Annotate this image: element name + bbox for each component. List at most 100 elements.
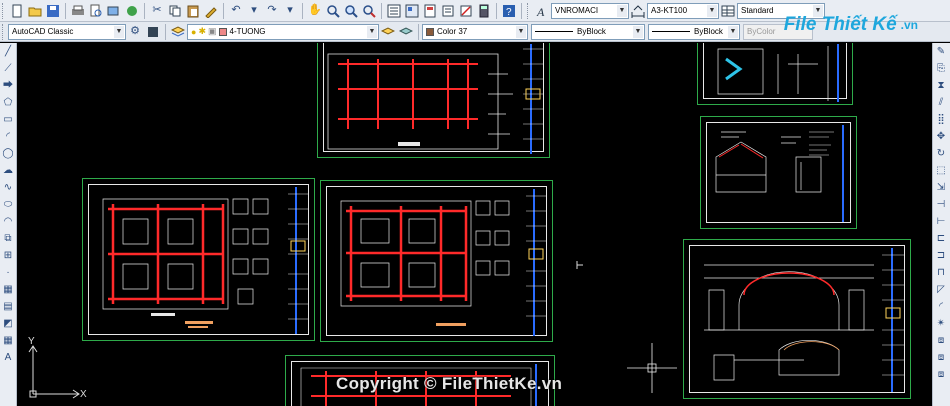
new-file-icon[interactable] <box>9 3 25 19</box>
move-icon[interactable]: ✥ <box>933 130 949 144</box>
undo-dropdown-icon[interactable]: ▾ <box>246 3 262 19</box>
workspace-select[interactable]: AutoCAD Classic ▼ <box>8 23 126 40</box>
workspace-settings-icon[interactable]: ⚙ <box>127 24 143 40</box>
construction-line-icon[interactable]: ⟋ <box>0 62 16 76</box>
scale-icon[interactable]: ⬚ <box>933 164 949 178</box>
rotate-icon[interactable]: ↻ <box>933 147 949 161</box>
stretch-icon[interactable]: ⇲ <box>933 181 949 195</box>
layer-select[interactable]: ● ✱ ▣ 4-TUONG ▼ <box>187 23 379 40</box>
chamfer-icon[interactable]: ◸ <box>933 283 949 297</box>
drawing-sheet[interactable] <box>320 180 553 342</box>
erase-icon[interactable]: ✎ <box>933 45 949 59</box>
elevation-drawing <box>704 248 904 392</box>
layer-properties-icon[interactable] <box>170 24 186 40</box>
gradient-icon[interactable]: ▤ <box>0 300 16 314</box>
offset-icon[interactable]: ⫽ <box>933 96 949 110</box>
arc-icon[interactable]: ◜ <box>0 130 16 144</box>
properties-icon[interactable] <box>386 3 402 19</box>
dimension-style-select[interactable]: A3-KT100 ▼ <box>647 2 719 19</box>
save-icon[interactable] <box>45 3 61 19</box>
undo-icon[interactable]: ↶ <box>228 3 244 19</box>
join-icon[interactable]: ⊓ <box>933 266 949 280</box>
insert-block-icon[interactable]: ⧉ <box>0 232 16 246</box>
match-properties-icon[interactable] <box>203 3 219 19</box>
3d-dwf-icon[interactable] <box>124 3 140 19</box>
trim-icon[interactable]: ⊣ <box>933 198 949 212</box>
mirror-icon[interactable]: ⧗ <box>933 79 949 93</box>
make-block-icon[interactable]: ⊞ <box>0 249 16 263</box>
toolbar-grip[interactable] <box>527 2 531 19</box>
calculator-icon[interactable] <box>476 3 492 19</box>
chevron-down-icon[interactable]: ▼ <box>516 25 526 38</box>
logo-suffix: .vn <box>900 18 918 32</box>
array-icon[interactable]: ⣿ <box>933 113 949 127</box>
region-icon[interactable]: ◩ <box>0 317 16 331</box>
rectangle-icon[interactable]: ▭ <box>0 113 16 127</box>
polyline-icon[interactable]: ⮕ <box>0 79 16 93</box>
bring-to-front-icon[interactable]: ⧈ <box>933 351 949 365</box>
paste-icon[interactable] <box>185 3 201 19</box>
drawing-canvas[interactable] <box>17 43 932 406</box>
zoom-realtime-icon[interactable] <box>325 3 341 19</box>
dimension-style-icon[interactable] <box>630 3 646 19</box>
drawing-sheet[interactable] <box>683 239 911 399</box>
drawing-sheet[interactable] <box>82 178 315 341</box>
line-icon[interactable]: ╱ <box>0 45 16 59</box>
point-icon[interactable]: · <box>0 266 16 280</box>
zoom-window-icon[interactable] <box>343 3 359 19</box>
polygon-icon[interactable]: ⬠ <box>0 96 16 110</box>
publish-icon[interactable] <box>106 3 122 19</box>
chevron-down-icon[interactable]: ▼ <box>707 4 717 17</box>
print-preview-icon[interactable] <box>88 3 104 19</box>
multiline-text-icon[interactable]: A <box>0 351 16 365</box>
redo-dropdown-icon[interactable]: ▾ <box>282 3 298 19</box>
chevron-down-icon[interactable]: ▼ <box>114 25 124 38</box>
table-icon[interactable]: ▦ <box>0 334 16 348</box>
zoom-previous-icon[interactable] <box>361 3 377 19</box>
lock-icon: ▣ <box>207 26 217 36</box>
redo-icon[interactable]: ↷ <box>264 3 280 19</box>
cut-icon[interactable]: ✂ <box>149 3 165 19</box>
toolbar-grip[interactable] <box>2 2 6 19</box>
chevron-down-icon[interactable]: ▼ <box>728 25 738 38</box>
chevron-down-icon[interactable]: ▼ <box>367 25 377 38</box>
make-object-layer-current-icon[interactable] <box>380 24 396 40</box>
hatch-icon[interactable]: ▦ <box>0 283 16 297</box>
drawing-sheet[interactable] <box>317 43 550 158</box>
pan-realtime-icon[interactable]: ✋ <box>307 3 323 19</box>
lineweight-select[interactable]: ByBlock ▼ <box>648 23 740 40</box>
table-style-icon[interactable] <box>720 3 736 19</box>
break-icon[interactable]: ⊐ <box>933 249 949 263</box>
ellipse-arc-icon[interactable]: ◠ <box>0 215 16 229</box>
toolbar-grip[interactable] <box>2 23 6 40</box>
chevron-down-icon[interactable]: ▼ <box>633 25 643 38</box>
break-at-point-icon[interactable]: ⊏ <box>933 232 949 246</box>
send-to-back-icon[interactable]: ⧈ <box>933 368 949 382</box>
text-style-select[interactable]: VNROMACI ▼ <box>551 2 629 19</box>
design-center-icon[interactable] <box>404 3 420 19</box>
explode-icon[interactable]: ✴ <box>933 317 949 331</box>
sheet-set-icon[interactable] <box>440 3 456 19</box>
linetype-select[interactable]: ByBlock ▼ <box>531 23 645 40</box>
draw-order-icon[interactable]: ⧈ <box>933 334 949 348</box>
spline-icon[interactable]: ∿ <box>0 181 16 195</box>
circle-icon[interactable]: ◯ <box>0 147 16 161</box>
print-icon[interactable] <box>70 3 86 19</box>
my-workspace-icon[interactable] <box>145 24 161 40</box>
layer-previous-icon[interactable] <box>398 24 414 40</box>
chevron-down-icon[interactable]: ▼ <box>617 4 627 17</box>
drawing-sheet[interactable] <box>697 43 853 105</box>
help-icon[interactable]: ? <box>501 3 517 19</box>
extend-icon[interactable]: ⊢ <box>933 215 949 229</box>
revision-cloud-icon[interactable]: ☁ <box>0 164 16 178</box>
copy-object-icon[interactable]: ⎘ <box>933 62 949 76</box>
color-select[interactable]: Color 37 ▼ <box>422 23 528 40</box>
ellipse-icon[interactable]: ⬭ <box>0 198 16 212</box>
fillet-icon[interactable]: ◜ <box>933 300 949 314</box>
copy-icon[interactable] <box>167 3 183 19</box>
drawing-sheet[interactable] <box>700 116 857 229</box>
text-style-icon[interactable]: A <box>534 3 550 19</box>
markup-icon[interactable] <box>458 3 474 19</box>
open-folder-icon[interactable] <box>27 3 43 19</box>
tool-palettes-icon[interactable] <box>422 3 438 19</box>
